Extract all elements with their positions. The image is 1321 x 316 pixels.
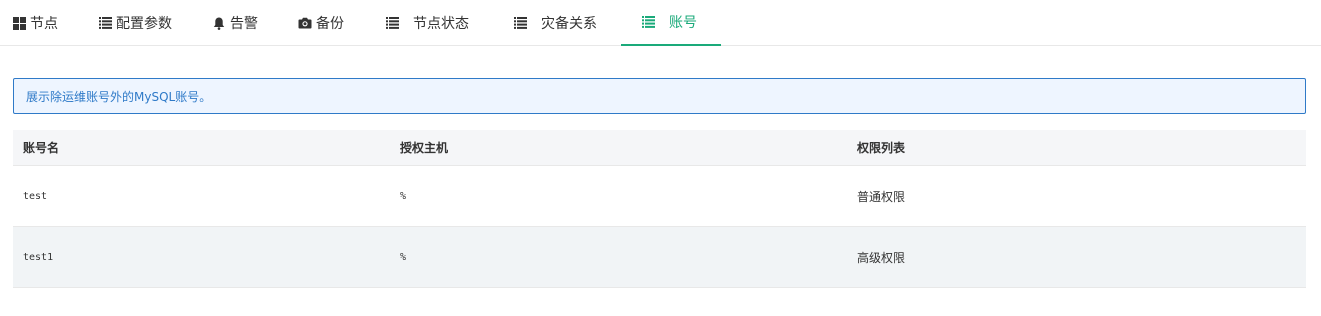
tab-node-status[interactable]: 节点状态 <box>385 0 469 46</box>
list-icon <box>385 16 399 30</box>
tab-backup[interactable]: 备份 <box>298 0 344 46</box>
account-name: test1 <box>23 251 54 263</box>
accounts-table: 账号名 授权主机 权限列表 test % 普通权限 test1 % 高级权限 <box>13 130 1306 288</box>
privilege-list: 高级权限 <box>857 250 906 265</box>
table-header: 账号名 授权主机 权限列表 <box>13 130 1306 166</box>
tab-config-params[interactable]: 配置参数 <box>98 0 172 46</box>
header-authorized-host: 授权主机 <box>400 141 449 155</box>
privilege-list: 普通权限 <box>857 189 906 204</box>
tab-label: 节点状态 <box>413 16 469 32</box>
header-account-name: 账号名 <box>23 141 60 155</box>
tab-label: 节点 <box>30 16 58 32</box>
authorized-host: % <box>400 251 407 263</box>
list-icon <box>641 15 655 29</box>
list-icon <box>98 16 112 30</box>
tab-label: 告警 <box>230 16 258 32</box>
notice-text: 展示除运维账号外的MySQL账号。 <box>26 89 212 104</box>
table-row: test1 % 高级权限 <box>13 227 1306 288</box>
tab-label: 灾备关系 <box>541 16 597 32</box>
grid-icon <box>12 16 26 30</box>
list-icon <box>513 16 527 30</box>
bell-icon <box>212 16 226 30</box>
tab-label: 配置参数 <box>116 16 172 32</box>
tab-accounts[interactable]: 账号 <box>621 0 721 46</box>
authorized-host: % <box>400 190 407 202</box>
tab-nodes[interactable]: 节点 <box>12 0 58 46</box>
info-notice: 展示除运维账号外的MySQL账号。 <box>13 78 1306 114</box>
account-name: test <box>23 190 48 202</box>
tab-label: 账号 <box>669 15 697 31</box>
tab-dr-relation[interactable]: 灾备关系 <box>513 0 597 46</box>
header-privileges: 权限列表 <box>857 141 906 155</box>
table-row: test % 普通权限 <box>13 166 1306 227</box>
tab-bar: 节点 配置参数 告警 备份 节点状态 灾备关系 账号 <box>0 0 1321 46</box>
camera-icon <box>298 16 312 30</box>
tab-alerts[interactable]: 告警 <box>212 0 258 46</box>
tab-label: 备份 <box>316 16 344 32</box>
